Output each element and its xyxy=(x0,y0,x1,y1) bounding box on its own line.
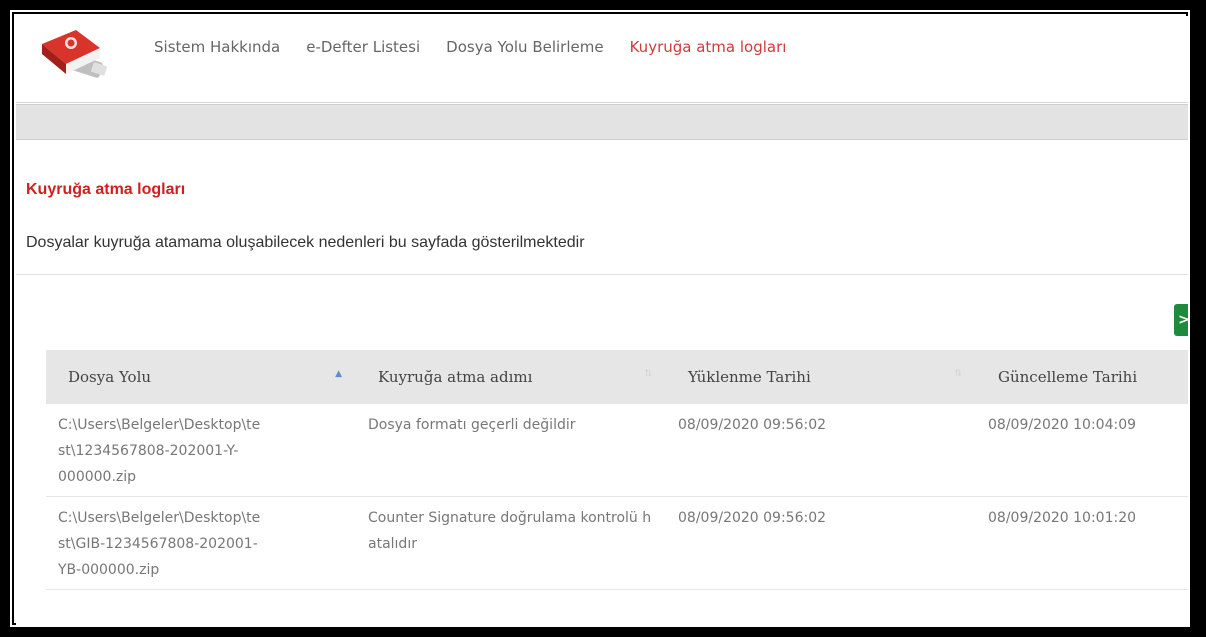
window-frame: Sistem Hakkında e-Defter Listesi Dosya Y… xyxy=(10,10,1190,627)
column-header-label: Yüklenme Tarihi xyxy=(688,368,811,386)
table-row[interactable]: C:\Users\Belgeler\Desktop\te st\12345678… xyxy=(46,404,1188,497)
cell-kuyruga-atma-adimi: Dosya formatı geçerli değildir xyxy=(356,404,666,497)
cell-dosya-yolu: C:\Users\Belgeler\Desktop\te st\GIB-1234… xyxy=(46,496,356,590)
nav-item-dosya-yolu-belirleme[interactable]: Dosya Yolu Belirleme xyxy=(446,38,603,56)
page-title: Kuyruğa atma logları xyxy=(26,181,186,198)
column-header-label: Güncelleme Tarihi xyxy=(998,368,1138,386)
cell-dosya-yolu: C:\Users\Belgeler\Desktop\te st\12345678… xyxy=(46,404,356,497)
column-header-guncelleme-tarihi[interactable]: Güncelleme Tarihi xyxy=(976,350,1188,404)
table-row[interactable]: C:\Users\Belgeler\Desktop\te st\GIB-1234… xyxy=(46,496,1188,590)
book-usb-logo-icon[interactable] xyxy=(36,24,114,86)
divider xyxy=(16,274,1188,275)
cell-yuklenme-tarihi: 08/09/2020 09:56:02 xyxy=(666,404,976,497)
page-description: Dosyalar kuyruğa atamama oluşabilecek ne… xyxy=(26,234,585,251)
nav-item-sistem-hakkinda[interactable]: Sistem Hakkında xyxy=(154,38,280,56)
main-nav: Sistem Hakkında e-Defter Listesi Dosya Y… xyxy=(154,38,786,56)
cell-kuyruga-atma-adimi: Counter Signature doğrulama kontrolü hat… xyxy=(356,496,666,590)
column-header-label: Kuyruğa atma adımı xyxy=(378,368,533,386)
table-header-row: Dosya Yolu ▲ Kuyruğa atma adımı ⇅ Yüklen… xyxy=(46,350,1188,404)
sort-ascending-icon[interactable]: ▲ xyxy=(335,369,342,379)
cell-guncelleme-tarihi: 08/09/2020 10:04:09 xyxy=(976,404,1188,497)
secondary-toolbar xyxy=(16,104,1188,140)
nav-item-e-defter-listesi[interactable]: e-Defter Listesi xyxy=(306,38,420,56)
sort-icon[interactable]: ⇅ xyxy=(644,369,652,379)
nav-item-kuyruga-atma-loglari[interactable]: Kuyruğa atma logları xyxy=(630,38,787,56)
column-header-kuyruga-atma-adimi[interactable]: Kuyruğa atma adımı ⇅ xyxy=(356,350,666,404)
cell-guncelleme-tarihi: 08/09/2020 10:01:20 xyxy=(976,496,1188,590)
column-header-dosya-yolu[interactable]: Dosya Yolu ▲ xyxy=(46,350,356,404)
excel-export-button[interactable]: > xyxy=(1174,304,1188,336)
column-header-label: Dosya Yolu xyxy=(68,368,152,386)
excel-icon: > xyxy=(1178,312,1188,328)
column-header-yuklenme-tarihi[interactable]: Yüklenme Tarihi ⇅ xyxy=(666,350,976,404)
cell-yuklenme-tarihi: 08/09/2020 09:56:02 xyxy=(666,496,976,590)
page-content: Sistem Hakkında e-Defter Listesi Dosya Y… xyxy=(16,16,1188,625)
sort-icon[interactable]: ⇅ xyxy=(954,369,962,379)
logs-table: Dosya Yolu ▲ Kuyruğa atma adımı ⇅ Yüklen… xyxy=(46,350,1188,590)
top-navbar: Sistem Hakkında e-Defter Listesi Dosya Y… xyxy=(16,16,1188,103)
